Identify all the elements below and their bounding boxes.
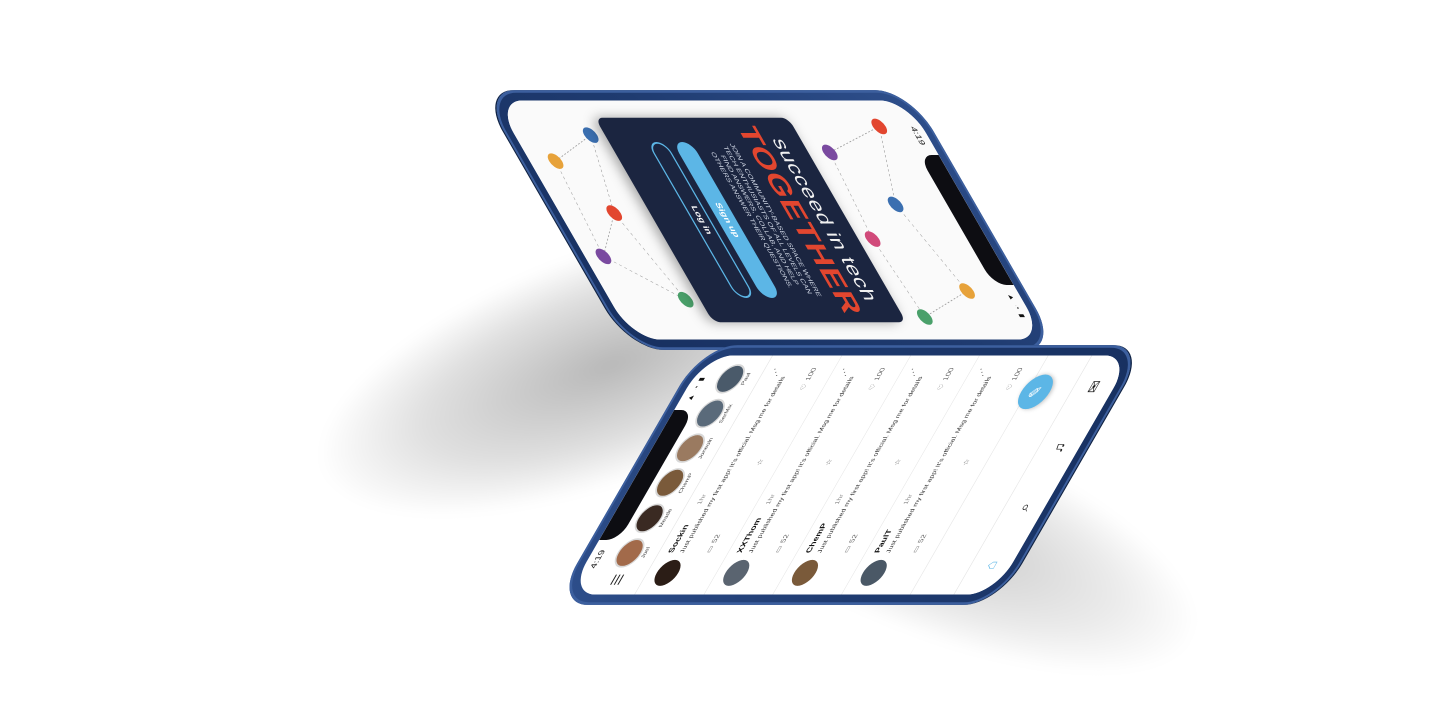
story-item[interactable]: SerMix xyxy=(689,398,737,429)
heart-icon: ♡ xyxy=(798,383,810,391)
like-count: 100 xyxy=(1009,367,1025,381)
avatar[interactable] xyxy=(649,559,686,586)
home-icon[interactable]: ⌂ xyxy=(981,561,1001,570)
mockup-stage: 4:19 ▲ ◔ ▮ succeed in tech TOGETHER JOIN… xyxy=(0,0,1440,708)
comment-button[interactable]: ▭ 52 xyxy=(704,534,723,553)
like-count: 100 xyxy=(940,367,956,381)
avatar[interactable] xyxy=(855,559,892,586)
star-icon[interactable]: ☆ xyxy=(754,459,766,466)
star-icon[interactable]: ☆ xyxy=(961,459,973,466)
mail-icon[interactable]: ✉ xyxy=(1083,380,1106,393)
story-item[interactable]: Paul xyxy=(709,364,757,394)
comment-icon: ▭ xyxy=(910,545,922,553)
compose-icon: ✎ xyxy=(1024,385,1047,399)
bell-icon[interactable]: ♫ xyxy=(1048,442,1070,454)
heart-icon: ♡ xyxy=(1004,383,1016,391)
like-button[interactable]: ♡ 100 xyxy=(798,368,819,391)
story-item[interactable]: Joel xyxy=(609,538,657,568)
comment-count: 52 xyxy=(778,534,791,543)
comment-icon: ▭ xyxy=(704,545,716,553)
like-count: 100 xyxy=(803,367,819,381)
like-button[interactable]: ♡ 100 xyxy=(867,368,888,391)
avatar[interactable] xyxy=(786,559,824,586)
like-button[interactable]: ♡ 100 xyxy=(935,368,956,391)
comment-button[interactable]: ▭ 52 xyxy=(910,534,929,553)
heart-icon: ♡ xyxy=(935,383,947,391)
comment-button[interactable]: ▭ 52 xyxy=(773,534,792,553)
star-icon[interactable]: ☆ xyxy=(823,459,835,466)
like-count: 100 xyxy=(872,367,887,381)
menu-icon[interactable]: ☰ xyxy=(607,573,629,585)
like-button[interactable]: ♡ 100 xyxy=(1004,368,1025,391)
search-icon[interactable]: ⌕ xyxy=(1015,503,1035,512)
comment-icon: ▭ xyxy=(841,545,853,553)
comment-icon: ▭ xyxy=(772,545,785,553)
comment-count: 52 xyxy=(709,534,722,543)
star-icon[interactable]: ☆ xyxy=(892,459,904,466)
comment-count: 52 xyxy=(847,534,860,543)
comment-button[interactable]: ▭ 52 xyxy=(842,534,861,553)
heart-icon: ♡ xyxy=(866,383,878,391)
avatar[interactable] xyxy=(717,559,755,586)
comment-count: 52 xyxy=(915,534,929,543)
